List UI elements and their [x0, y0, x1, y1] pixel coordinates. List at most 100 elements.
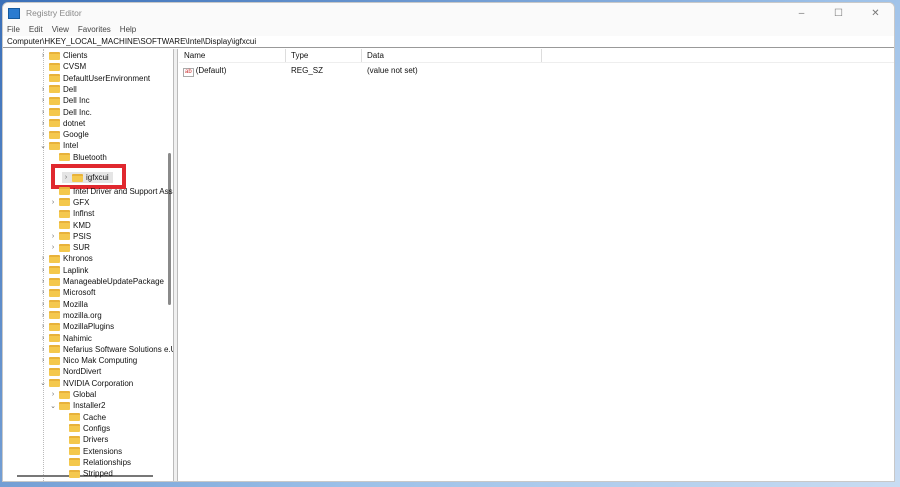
- menu-favorites[interactable]: Favorites: [78, 25, 111, 34]
- menu-bar: File Edit View Favorites Help: [3, 23, 894, 36]
- tree-item[interactable]: › Dell Inc.: [39, 107, 92, 118]
- tree-item[interactable]: DefaultUserEnvironment: [39, 73, 150, 84]
- folder-icon: [49, 345, 60, 354]
- tree-item-label: Google: [63, 130, 89, 140]
- tree-item[interactable]: Bluetooth: [49, 152, 107, 163]
- folder-icon: [49, 367, 60, 376]
- tree-item[interactable]: › Laplink: [39, 265, 89, 276]
- menu-help[interactable]: Help: [120, 25, 136, 34]
- tree-item[interactable]: › PSIS: [49, 231, 91, 242]
- tree-item[interactable]: › igfxcui: [62, 172, 113, 183]
- tree-item[interactable]: › MozillaPlugins: [39, 321, 114, 332]
- chevron-right-icon[interactable]: ›: [39, 278, 47, 285]
- chevron-right-icon[interactable]: ›: [39, 109, 47, 116]
- maximize-button[interactable]: ☐: [820, 3, 857, 23]
- tree-item[interactable]: ⌄ NVIDIA Corporation: [39, 378, 133, 389]
- column-header-name[interactable]: Name: [179, 49, 286, 62]
- menu-edit[interactable]: Edit: [29, 25, 43, 34]
- tree-item-label: CVSM: [63, 62, 87, 72]
- folder-icon: [49, 85, 60, 94]
- chevron-down-icon[interactable]: ⌄: [49, 402, 57, 410]
- column-header-type[interactable]: Type: [286, 49, 362, 62]
- chevron-right-icon[interactable]: ›: [39, 52, 47, 59]
- chevron-right-icon[interactable]: ›: [49, 244, 57, 251]
- tree-item[interactable]: NordDivert: [39, 366, 101, 377]
- chevron-right-icon[interactable]: ›: [39, 267, 47, 274]
- tree-item[interactable]: › GFX: [49, 197, 90, 208]
- tree-item[interactable]: › Dell: [39, 84, 77, 95]
- tree-item-label: Nahimic: [63, 333, 92, 343]
- pane-splitter[interactable]: [174, 49, 178, 481]
- folder-icon: [49, 277, 60, 286]
- address-bar[interactable]: Computer\HKEY_LOCAL_MACHINE\SOFTWARE\Int…: [3, 36, 894, 48]
- tree-item[interactable]: Stripped: [59, 468, 113, 479]
- chevron-right-icon[interactable]: ›: [39, 301, 47, 308]
- tree-item[interactable]: › ManageableUpdatePackage: [39, 276, 164, 287]
- tree-item[interactable]: ⌄ Intel: [39, 140, 78, 151]
- chevron-right-icon[interactable]: ›: [39, 289, 47, 296]
- chevron-right-icon[interactable]: ›: [39, 335, 47, 342]
- tree-item-label: Configs: [83, 423, 111, 433]
- tree-item[interactable]: Cache: [59, 412, 106, 423]
- tree-item[interactable]: Configs: [59, 423, 110, 434]
- chevron-down-icon[interactable]: ⌄: [39, 142, 47, 150]
- close-button[interactable]: ✕: [857, 3, 894, 23]
- folder-icon: [69, 413, 80, 422]
- tree-item[interactable]: › Clients: [39, 50, 88, 61]
- tree-item[interactable]: Relationships: [59, 457, 131, 468]
- chevron-right-icon[interactable]: ›: [39, 86, 47, 93]
- tree-item[interactable]: › Dell Inc: [39, 95, 90, 106]
- tree-item-label: Dell Inc.: [63, 107, 92, 117]
- column-header-data[interactable]: Data: [362, 49, 542, 62]
- tree-item[interactable]: Drivers: [59, 434, 108, 445]
- chevron-right-icon[interactable]: ›: [39, 312, 47, 319]
- tree-item-label: Global: [73, 390, 97, 399]
- tree-item[interactable]: › Google: [39, 129, 89, 140]
- tree-item[interactable]: › Nahimic: [39, 333, 92, 344]
- value-row[interactable]: ab (Default) REG_SZ (value not set): [179, 65, 894, 77]
- minimize-button[interactable]: –: [783, 3, 820, 23]
- chevron-right-icon[interactable]: ›: [39, 357, 47, 364]
- tree-item[interactable]: › Nefarius Software Solutions e.U: [39, 344, 173, 355]
- tree-item[interactable]: ⌄ Installer2: [49, 400, 105, 411]
- tree-item[interactable]: › Microsoft: [39, 287, 96, 298]
- tree-item[interactable]: › Mozilla: [39, 299, 88, 310]
- tree-item-label: Dell Inc: [63, 96, 90, 106]
- tree-item[interactable]: Extensions: [59, 446, 122, 457]
- tree-item[interactable]: CVSM: [39, 61, 86, 72]
- chevron-right-icon[interactable]: ›: [39, 255, 47, 262]
- tree-item-label: MozillaPlugins: [63, 322, 115, 332]
- chevron-right-icon[interactable]: ›: [39, 120, 47, 127]
- tree-item[interactable]: › mozilla.org: [39, 310, 102, 321]
- chevron-right-icon[interactable]: ›: [39, 323, 47, 330]
- chevron-right-icon[interactable]: ›: [39, 346, 47, 353]
- chevron-down-icon[interactable]: ⌄: [39, 379, 47, 387]
- folder-icon: [59, 232, 70, 241]
- menu-view[interactable]: View: [52, 25, 69, 34]
- menu-file[interactable]: File: [7, 25, 20, 34]
- registry-editor-window: Registry Editor – ☐ ✕ File Edit View Fav…: [2, 2, 895, 482]
- folder-icon: [49, 96, 60, 105]
- value-name: (Default): [195, 66, 227, 75]
- tree-vertical-scrollbar[interactable]: [168, 153, 171, 305]
- tree-item[interactable]: › Global: [49, 389, 96, 400]
- tree-item-label: Clients: [63, 51, 88, 60]
- tree-item-label: Intel Driver and Support Assistant: [73, 186, 174, 196]
- tree-item[interactable]: KMD: [49, 220, 91, 231]
- tree-item-label: SUR: [73, 243, 90, 253]
- tree-item[interactable]: › SUR: [49, 242, 90, 253]
- tree-item[interactable]: › dotnet: [39, 118, 85, 129]
- tree-item[interactable]: Intel Driver and Support Assistant: [49, 186, 174, 197]
- chevron-right-icon[interactable]: ›: [49, 233, 57, 240]
- tree-item[interactable]: › Nico Mak Computing: [39, 355, 137, 366]
- chevron-right-icon[interactable]: ›: [49, 391, 57, 398]
- chevron-right-icon[interactable]: ›: [49, 199, 57, 206]
- chevron-right-icon[interactable]: ›: [39, 131, 47, 138]
- tree-item[interactable]: › Khronos: [39, 253, 93, 264]
- tree-item[interactable]: Inflnst: [49, 208, 94, 219]
- chevron-right-icon[interactable]: ›: [62, 174, 70, 181]
- chevron-right-icon[interactable]: ›: [39, 97, 47, 104]
- tree-item-label: Inflnst: [73, 209, 95, 219]
- folder-icon: [49, 288, 60, 297]
- tree-item-label: Cache: [83, 412, 107, 422]
